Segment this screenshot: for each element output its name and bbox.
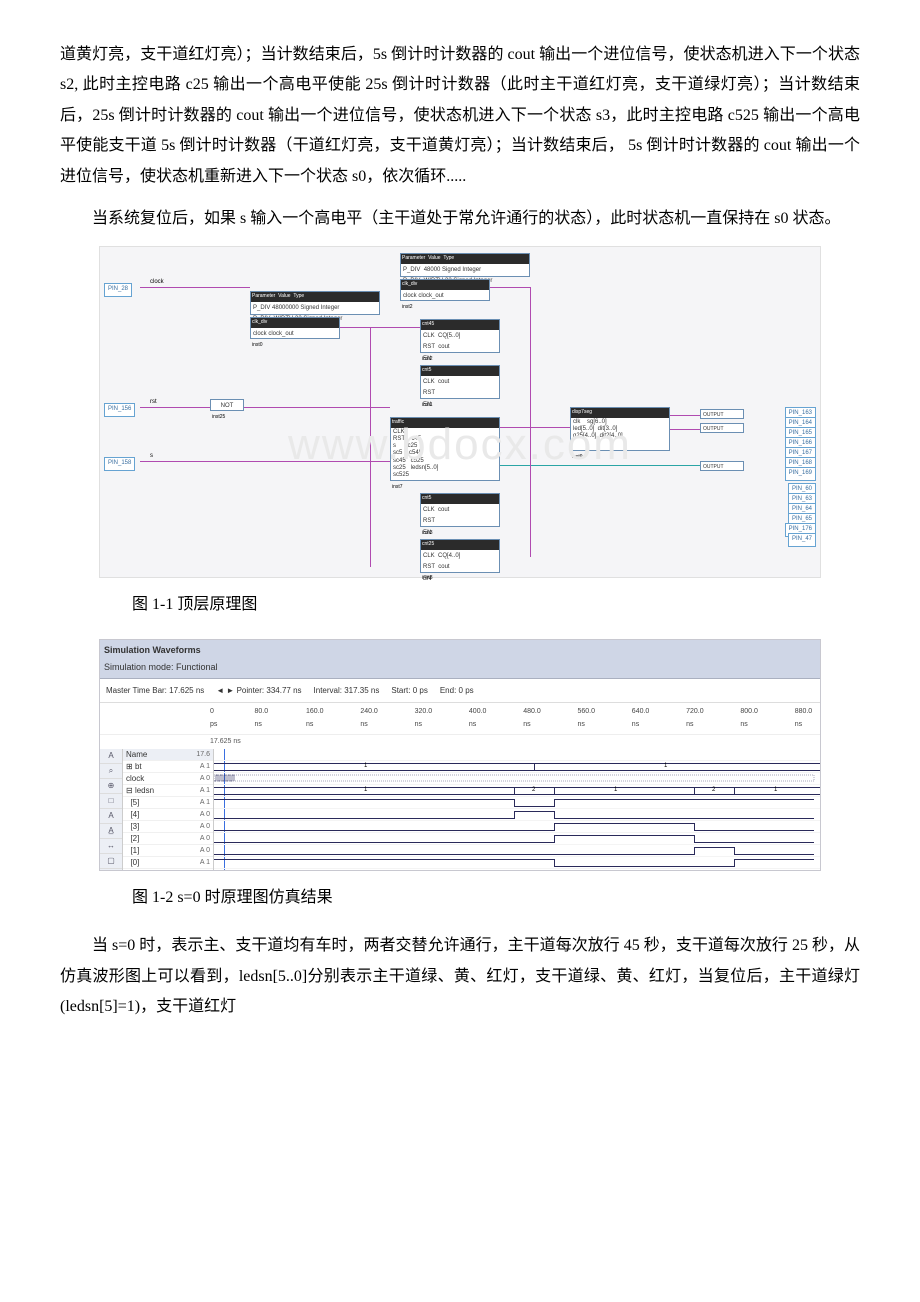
label-inst25: inst25 bbox=[212, 413, 225, 423]
clk-div-block-2: clk_div clock clock_out bbox=[250, 317, 340, 339]
not-gate: NOT bbox=[210, 399, 244, 411]
wave-signal-names: Name17.6 ⊞ btA 1 clockA 0 ⊟ ledsnA 1 [5]… bbox=[123, 749, 214, 871]
inst2-label: inst2 bbox=[402, 303, 413, 313]
wave-title: Simulation Waveforms bbox=[104, 645, 201, 655]
inst2b-label: inst2 bbox=[422, 355, 433, 365]
param-table-1: Parameter Value Type P_DIV 48000 Signed … bbox=[400, 253, 530, 277]
wave-info-bar: Master Time Bar: 17.625 ns ◄ ► Pointer: … bbox=[100, 679, 820, 703]
wave-time-ruler: 0 ps 80.0 ns 160.0 ns 240.0 ns 320.0 ns … bbox=[100, 703, 820, 735]
traffic-block: traffic CLK RST c45 s c25 sc5 c545 sc45 … bbox=[390, 417, 500, 481]
inst1-label: inst1 bbox=[422, 401, 433, 411]
figure-1-schematic: PIN_28 PIN_156 PIN_158 clock rst s NOT i… bbox=[60, 246, 860, 578]
cnt45-block: cnt45 CLK CQ[5..0] RST cout EN bbox=[420, 319, 500, 353]
tool-icon[interactable]: ⊕ bbox=[100, 779, 122, 794]
pin-left-1: PIN_156 bbox=[104, 403, 135, 416]
wave-plot-area: 1 1 1 2 1 2 1 bbox=[214, 749, 820, 871]
tool-icon[interactable]: A bbox=[100, 809, 122, 824]
param-table-2: Parameter Value Type P_DIV 48000000 Sign… bbox=[250, 291, 380, 315]
inst9-label: inst9 bbox=[572, 453, 583, 463]
tool-icon[interactable]: ▢ bbox=[100, 854, 122, 869]
pin-left-2: PIN_158 bbox=[104, 457, 135, 470]
cnt5-block: cnt5 CLK cout RST EN bbox=[420, 365, 500, 399]
figure-1-caption: 图 1-1 顶层原理图 bbox=[132, 590, 860, 620]
figure-2-caption: 图 1-2 s=0 时原理图仿真结果 bbox=[132, 883, 860, 913]
inst8-label: inst8 bbox=[422, 574, 433, 584]
cnt25-block: cnt25 CLK CQ[4..0] RST cout EN bbox=[420, 539, 500, 573]
wave-subtitle: Simulation mode: Functional bbox=[104, 662, 218, 672]
tool-icon[interactable]: ↔ bbox=[100, 839, 122, 854]
output-3: OUTPUT bbox=[700, 461, 744, 471]
disp7seg-block: disp7seg clk sg[6..0] led[5..0] dit[3..0… bbox=[570, 407, 670, 451]
output-2: OUTPUT bbox=[700, 423, 744, 433]
pin-left-0: PIN_28 bbox=[104, 283, 132, 296]
inst3b-label: inst3 bbox=[422, 529, 433, 539]
wave-time-ref: 17.625 ns bbox=[100, 735, 820, 749]
tool-icon[interactable]: A bbox=[100, 749, 122, 764]
pin-right-12: PIN_47 bbox=[788, 533, 816, 546]
paragraph-2: 当系统复位后，如果 s 输入一个高电平（主干道处于常允许通行的状态），此时状态机… bbox=[60, 204, 860, 234]
inst7-label: inst7 bbox=[392, 483, 403, 493]
tool-icon[interactable]: ⌕ bbox=[100, 764, 122, 779]
wave-clock bbox=[214, 773, 820, 785]
tool-icon[interactable]: A̲ bbox=[100, 824, 122, 839]
tool-icon[interactable]: ▦ bbox=[100, 869, 122, 871]
paragraph-1: 道黄灯亮，支干道红灯亮）；当计数结束后，5s 倒计时计数器的 cout 输出一个… bbox=[60, 40, 860, 192]
inst0-label: inst0 bbox=[252, 341, 263, 351]
figure-2-waveform: Simulation Waveforms Simulation mode: Fu… bbox=[60, 639, 860, 871]
clk-div-block-1: clk_div clock clock_out bbox=[400, 279, 490, 301]
output-1: OUTPUT bbox=[700, 409, 744, 419]
wave-toolbar[interactable]: A ⌕ ⊕ □ A A̲ ↔ ▢ ▦ ⬍ bbox=[100, 749, 123, 871]
cnt5b-block: cnt5 CLK cout RST EN bbox=[420, 493, 500, 527]
tool-icon[interactable]: □ bbox=[100, 794, 122, 809]
pin-right-6: PIN_169 bbox=[785, 467, 816, 480]
paragraph-3: 当 s=0 时，表示主、支干道均有车时，两者交替允许通行，主干道每次放行 45 … bbox=[60, 931, 860, 1022]
